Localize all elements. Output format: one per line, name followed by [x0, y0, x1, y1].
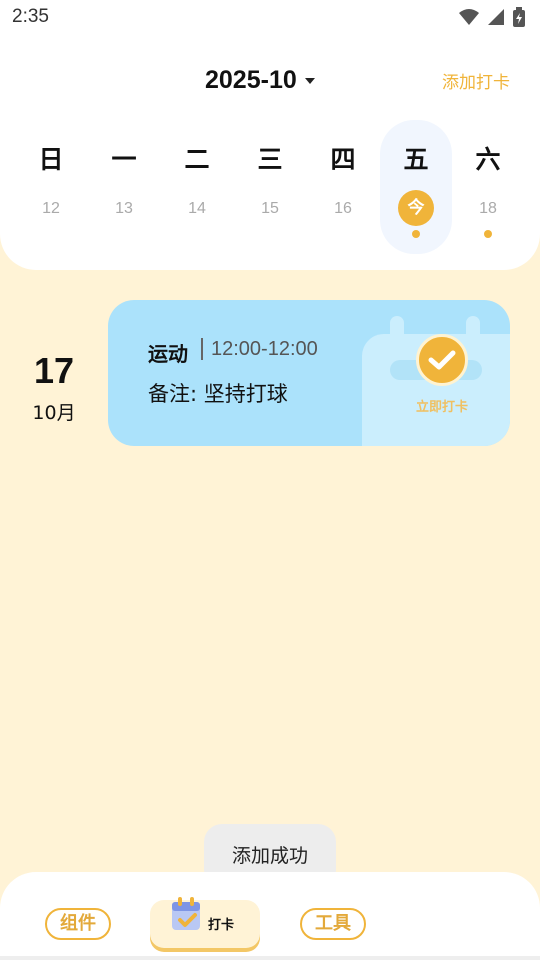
tab-tools[interactable]: 工具 — [300, 908, 366, 940]
home-indicator — [0, 956, 540, 960]
today-marker: 今 — [398, 190, 434, 226]
month-label: 2025-10 — [205, 66, 297, 94]
battery-icon — [513, 7, 525, 27]
bottom-tab-bar: 组件 打卡 工具 — [0, 872, 540, 960]
date-number: 15 — [261, 200, 279, 217]
entry-month: 10月 — [32, 402, 76, 424]
entry-title: 运动 — [148, 342, 188, 366]
date-number: 12 — [42, 200, 60, 217]
day-sun[interactable]: 日 12 — [15, 120, 87, 254]
weekday-label: 六 — [475, 145, 501, 174]
entry-time: 12:00-12:00 — [211, 338, 318, 360]
date-number: 14 — [188, 200, 206, 217]
weekday-label: 日 — [38, 145, 64, 174]
day-mon[interactable]: 一 13 — [88, 120, 160, 254]
status-bar: 2:35 — [0, 0, 540, 38]
tab-checkin[interactable]: 打卡 — [150, 897, 260, 948]
date-number: 18 — [479, 200, 497, 217]
weekday-label: 二 — [184, 145, 210, 174]
status-time: 2:35 — [12, 6, 49, 27]
calendar-ring-icon — [390, 316, 404, 344]
date-number: 16 — [334, 200, 352, 217]
calendar-ring-icon — [466, 316, 480, 344]
day-tue[interactable]: 二 14 — [161, 120, 233, 254]
add-checkin-button[interactable]: 添加打卡 — [442, 68, 510, 93]
day-thu[interactable]: 四 16 — [307, 120, 379, 254]
day-sat[interactable]: 六 18 — [452, 120, 524, 254]
day-wed[interactable]: 三 15 — [234, 120, 306, 254]
event-dot — [412, 230, 420, 238]
wifi-icon — [459, 9, 479, 25]
entry-note: 备注: 坚持打球 — [148, 382, 288, 406]
status-icons — [458, 7, 526, 27]
weekday-label: 一 — [111, 145, 137, 174]
weekday-label: 三 — [257, 145, 283, 174]
date-number: 13 — [115, 200, 133, 217]
calendar-check-icon — [172, 897, 200, 930]
checkin-entry-card[interactable]: 运动 12:00-12:00 备注: 坚持打球 立即打卡 — [108, 300, 510, 446]
entry-day: 17 — [33, 350, 75, 391]
entry-separator — [201, 338, 203, 360]
day-fri-today[interactable]: 五 今 — [380, 120, 452, 254]
entry-date: 17 10月 — [22, 350, 86, 425]
week-row: 日 12 一 13 二 14 三 15 四 16 五 今 六 18 — [0, 120, 540, 260]
checkin-now-label: 立即打卡 — [415, 400, 468, 415]
checkin-now-button[interactable]: 立即打卡 — [362, 316, 510, 446]
caret-down-icon — [304, 77, 315, 84]
tab-widgets[interactable]: 组件 — [45, 908, 111, 940]
signal-icon — [488, 9, 504, 25]
tab-checkin-label: 打卡 — [208, 918, 235, 933]
check-icon — [416, 334, 468, 386]
month-picker[interactable]: 2025-10 — [205, 66, 315, 95]
weekday-label: 四 — [330, 145, 356, 174]
weekday-label: 五 — [403, 145, 429, 174]
event-dot — [484, 230, 492, 238]
